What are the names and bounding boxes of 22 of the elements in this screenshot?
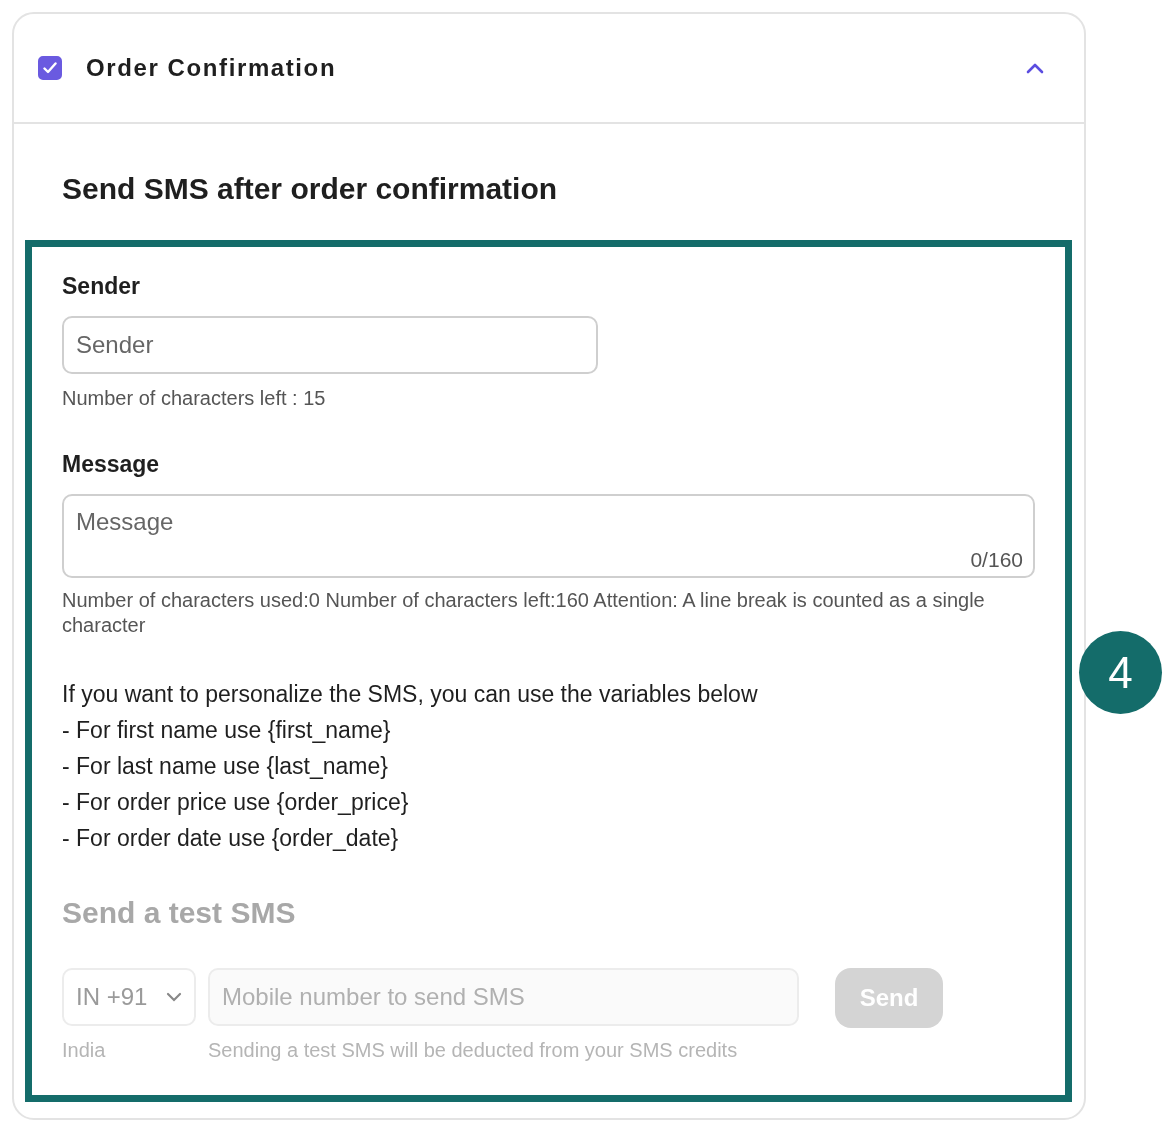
chevron-down-icon: [166, 992, 182, 1002]
variable-line: - For last name use {last_name}: [62, 752, 389, 781]
checkmark-icon: [43, 62, 57, 74]
variable-line: - For order price use {order_price}: [62, 788, 410, 817]
field-hint: Sending a test SMS will be deducted from your SMS credits: [208, 1038, 739, 1063]
field-label: Sender: [62, 273, 141, 300]
section-header[interactable]: Order Confirmation: [14, 14, 1084, 124]
step-badge: 4: [1079, 631, 1162, 714]
section-title: Order Confirmation: [86, 54, 338, 82]
variable-line: - For first name use {first_name}: [62, 716, 392, 745]
section-heading: Send SMS after order confirmation: [62, 172, 559, 206]
character-counter: 0/160: [970, 548, 1023, 572]
checkbox[interactable]: [38, 56, 62, 80]
test-sms-title: Send a test SMS: [62, 896, 297, 930]
variable-line: - For order date use {order_date}: [62, 824, 400, 853]
field-hint: Number of characters left : 15: [62, 386, 327, 411]
field-label: Message: [62, 451, 161, 478]
chevron-icon[interactable]: [1026, 62, 1044, 74]
field-hint: Number of characters used:0 Number of characters left:160 Attention: A line break is counted as a single character: [62, 588, 986, 638]
variables-intro: If you want to personalize the SMS, you can use the variables below: [62, 680, 759, 709]
country-caption: India: [62, 1038, 107, 1063]
sender-input[interactable]: Sender: [62, 316, 598, 374]
